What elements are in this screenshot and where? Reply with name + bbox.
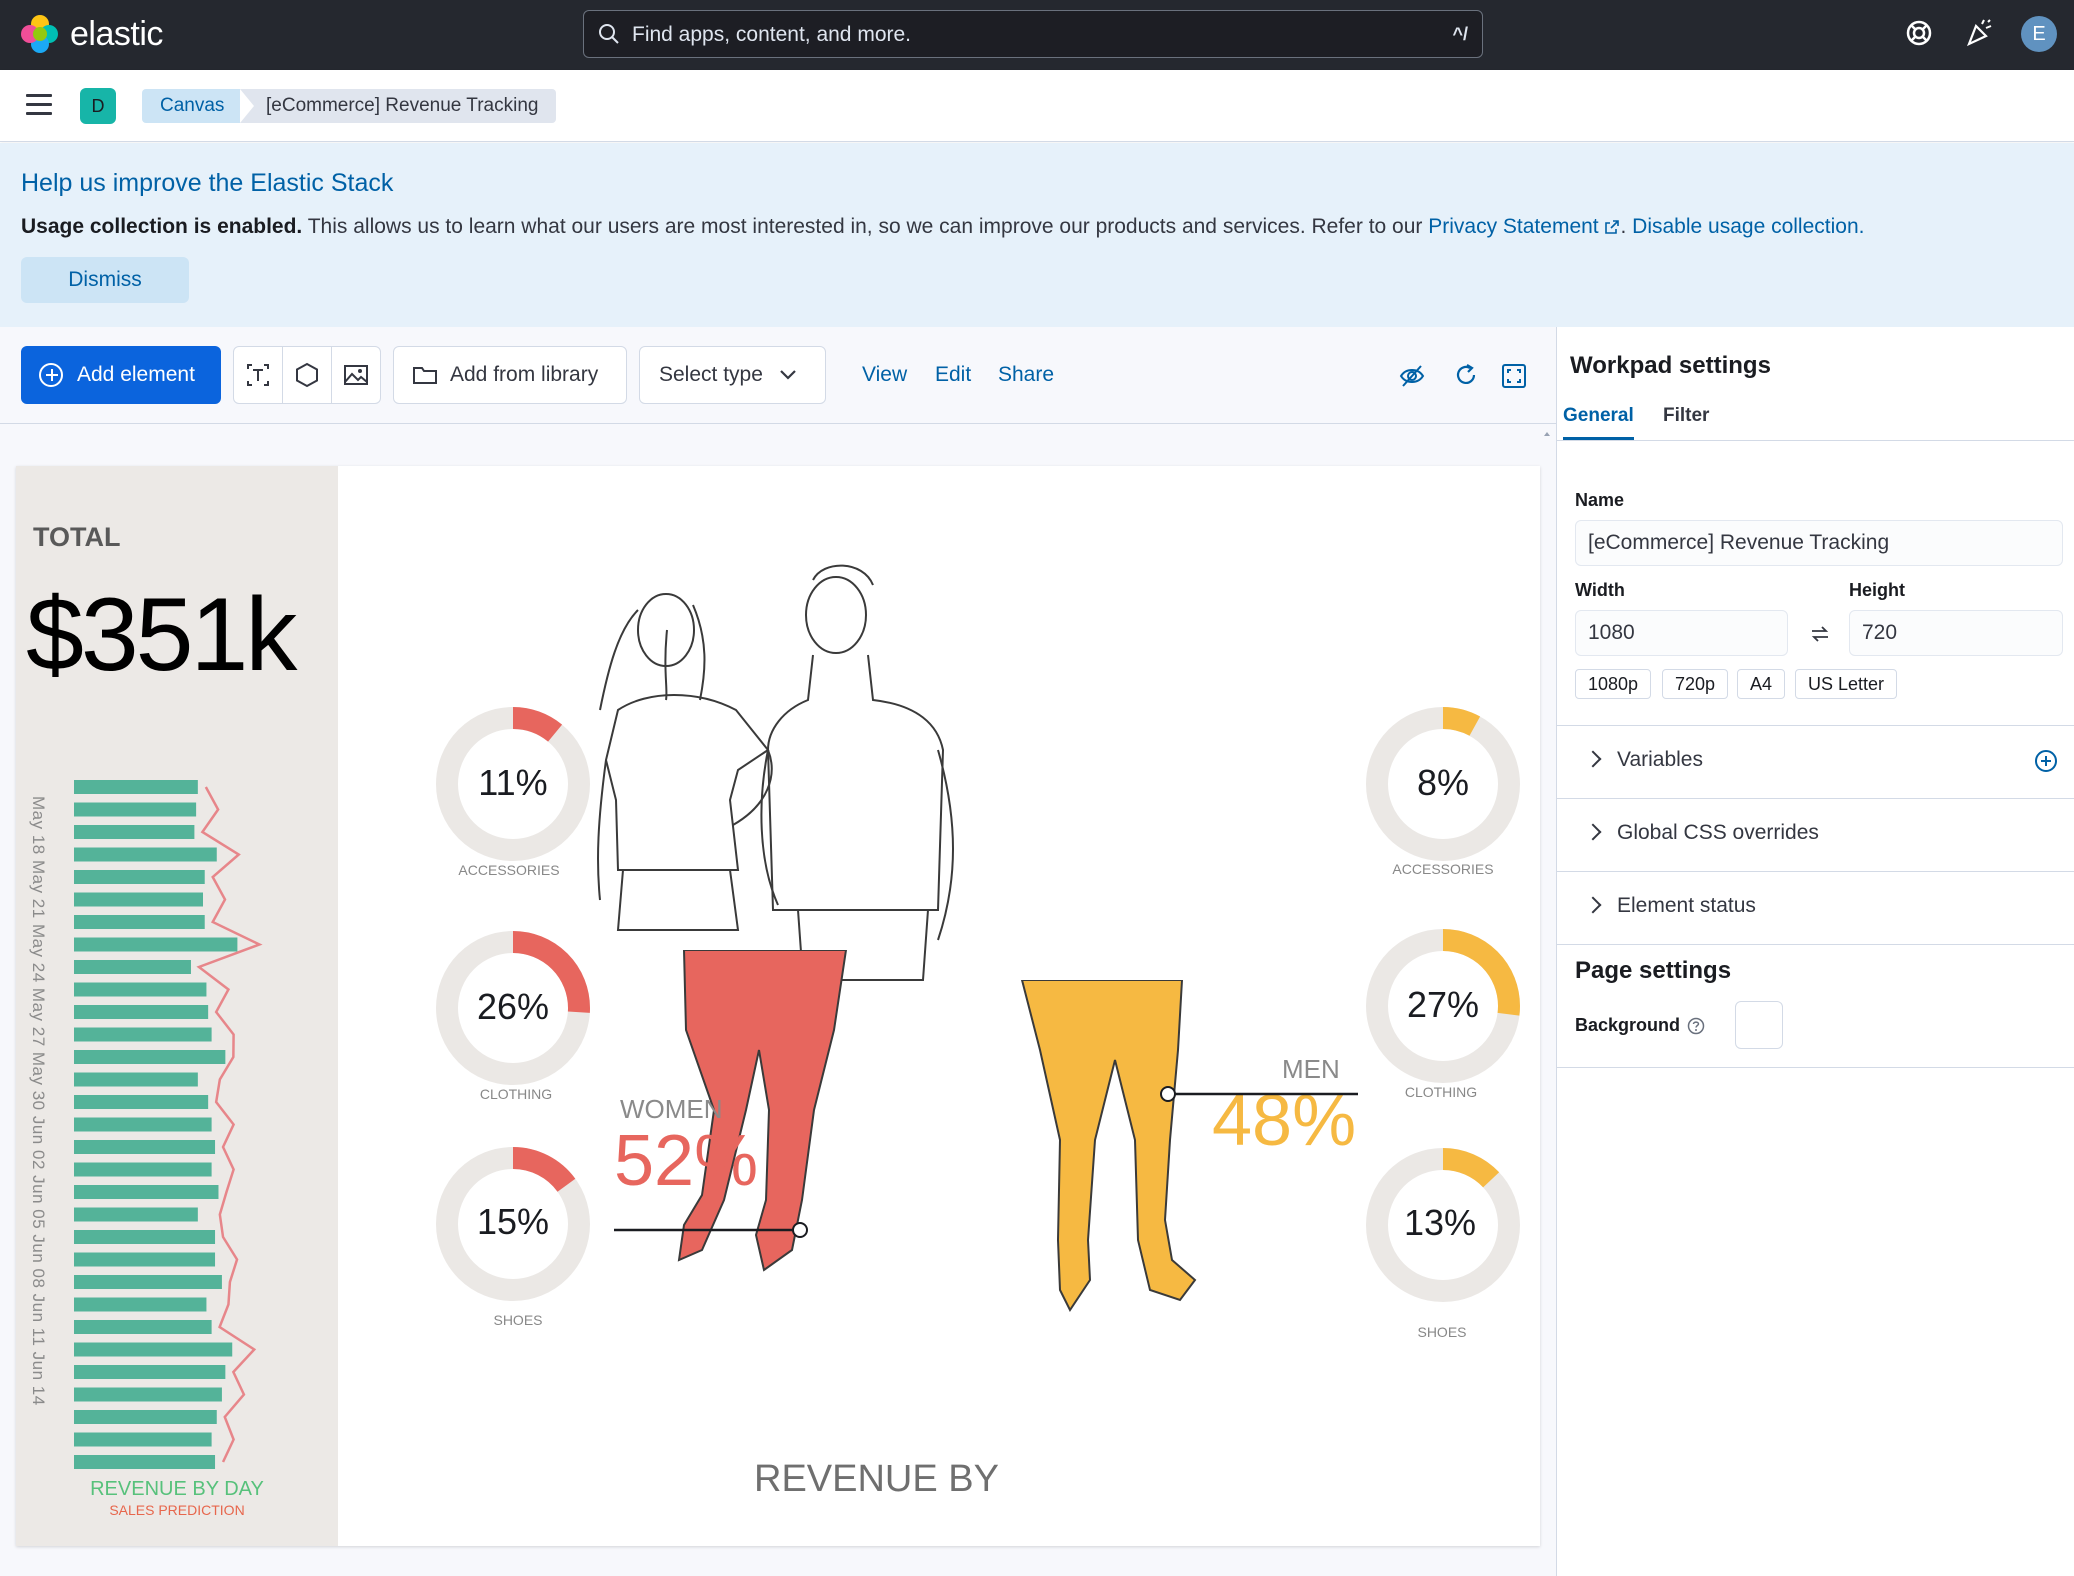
add-text-button[interactable] — [234, 347, 283, 403]
privacy-statement-link[interactable]: Privacy Statement — [1428, 215, 1598, 238]
canvas-toolbar: Add element Add from library Select type… — [0, 327, 1556, 424]
variables-section[interactable]: Variables — [1557, 725, 2074, 798]
select-type-dropdown[interactable]: Select type — [639, 346, 826, 404]
space-avatar[interactable]: D — [80, 88, 116, 124]
men-pointer-line — [1160, 1086, 1358, 1102]
question-circle-icon[interactable] — [1687, 1017, 1705, 1035]
hexagon-shape-icon — [296, 362, 318, 388]
help-icon[interactable] — [1904, 18, 1934, 48]
background-color-swatch[interactable] — [1735, 1001, 1783, 1049]
revenue-by-title: REVENUE BY — [754, 1458, 999, 1500]
global-search-input[interactable]: Find apps, content, and more. ^/ — [583, 10, 1483, 58]
variables-label: Variables — [1617, 748, 1703, 771]
elastic-logo-icon — [21, 15, 58, 53]
height-label: Height — [1849, 580, 1905, 600]
plus-circle-icon — [39, 363, 63, 387]
breadcrumb-canvas[interactable]: Canvas — [142, 89, 261, 123]
women-pct: 52% — [614, 1121, 759, 1201]
preset-us-letter-button[interactable]: US Letter — [1795, 669, 1898, 699]
select-type-label: Select type — [659, 363, 763, 386]
women-shoes-pct: 15% — [476, 1201, 550, 1242]
workpad-page[interactable]: TOTAL $351k May 18 May 21 May 24 May 27 … — [16, 466, 1540, 1546]
search-shortcut: ^/ — [1452, 24, 1468, 44]
callout-body: Usage collection is enabled. This allows… — [21, 215, 1864, 239]
men-pants-shape — [1020, 980, 1197, 1312]
men-accessories-pct: 8% — [1416, 762, 1470, 803]
external-link-icon — [1605, 220, 1620, 234]
width-label: Width — [1575, 580, 1625, 600]
dismiss-button[interactable]: Dismiss — [21, 257, 189, 303]
men-clothing-label: CLOTHING — [1404, 1084, 1478, 1100]
chevron-right-icon — [1584, 823, 1602, 841]
quick-add-group — [233, 346, 381, 404]
element-status-section[interactable]: Element status — [1557, 871, 2074, 944]
page-settings-title: Page settings — [1575, 957, 1732, 984]
image-icon — [344, 365, 368, 385]
divider — [1557, 1067, 2074, 1068]
women-pointer-line — [614, 1222, 808, 1238]
width-field[interactable]: 1080 — [1575, 610, 1788, 656]
user-avatar[interactable]: E — [2021, 16, 2057, 52]
search-placeholder: Find apps, content, and more. — [632, 23, 911, 46]
text-icon — [247, 364, 269, 386]
tab-filter[interactable]: Filter — [1663, 405, 1709, 437]
divider — [1557, 944, 2074, 945]
add-shape-button[interactable] — [283, 347, 332, 403]
preset-1080p-button[interactable]: 1080p — [1575, 669, 1652, 699]
view-menu-link[interactable]: View — [862, 363, 907, 387]
men-accessories-label: ACCESSORIES — [1392, 861, 1494, 877]
men-shoes-label: SHOES — [1417, 1324, 1467, 1340]
chevron-right-icon — [1584, 896, 1602, 914]
men-clothing-pct: 27% — [1406, 984, 1480, 1025]
add-from-library-button[interactable]: Add from library — [393, 346, 627, 404]
disable-usage-link[interactable]: Disable usage collection. — [1632, 215, 1864, 238]
chevron-down-icon — [780, 370, 796, 380]
chevron-right-icon — [1584, 750, 1602, 768]
add-element-label: Add element — [77, 363, 195, 386]
preset-720p-button[interactable]: 720p — [1662, 669, 1729, 699]
hamburger-menu-icon[interactable] — [26, 94, 52, 116]
search-icon — [599, 24, 619, 44]
add-element-button[interactable]: Add element — [21, 346, 221, 404]
callout-bold: Usage collection is enabled. — [21, 215, 303, 238]
women-shoes-label: SHOES — [493, 1312, 543, 1328]
add-image-button[interactable] — [332, 347, 380, 403]
top-header: elastic Find apps, content, and more. ^/… — [0, 0, 2074, 70]
name-field[interactable]: [eCommerce] Revenue Tracking — [1575, 520, 2063, 566]
callout-separator: . — [1620, 215, 1627, 238]
workpad-settings-title: Workpad settings — [1570, 352, 1771, 379]
newsfeed-icon[interactable] — [1964, 18, 1994, 48]
edit-menu-link[interactable]: Edit — [935, 363, 971, 387]
breadcrumb-workpad: [eCommerce] Revenue Tracking — [240, 89, 557, 123]
add-variable-icon[interactable] — [2033, 748, 2059, 774]
usage-collection-callout: Help us improve the Elastic Stack Usage … — [0, 143, 2074, 327]
scroll-up-icon[interactable] — [1542, 430, 1552, 438]
folder-icon — [413, 367, 437, 384]
global-css-label: Global CSS overrides — [1617, 821, 1819, 844]
breadcrumb-bar: D Canvas [eCommerce] Revenue Tracking — [0, 70, 2074, 142]
swap-dimensions-icon[interactable] — [1809, 623, 1831, 645]
callout-title: Help us improve the Elastic Stack — [21, 169, 394, 197]
workpad-settings-panel: Workpad settings General Filter Name [eC… — [1556, 327, 2074, 1576]
height-field[interactable]: 720 — [1849, 610, 2063, 656]
fullscreen-icon[interactable] — [1500, 362, 1528, 390]
preset-a4-button[interactable]: A4 — [1737, 669, 1786, 699]
canvas-stage: TOTAL $351k May 18 May 21 May 24 May 27 … — [0, 424, 1556, 1576]
global-css-section[interactable]: Global CSS overrides — [1557, 798, 2074, 871]
brand-name: elastic — [70, 14, 163, 53]
callout-text: This allows us to learn what our users a… — [302, 215, 1429, 238]
background-label: Background — [1575, 1015, 1681, 1035]
share-menu-link[interactable]: Share — [998, 363, 1054, 387]
elastic-logo[interactable]: elastic — [20, 14, 163, 54]
men-shoes-pct: 13% — [1403, 1202, 1477, 1243]
settings-tabs: General Filter — [1557, 393, 2074, 441]
name-label: Name — [1575, 490, 1625, 510]
refresh-icon[interactable] — [1453, 362, 1479, 388]
add-from-library-label: Add from library — [450, 363, 599, 386]
element-status-label: Element status — [1617, 894, 1756, 917]
tab-general[interactable]: General — [1563, 405, 1634, 440]
eye-closed-icon[interactable] — [1398, 362, 1426, 390]
